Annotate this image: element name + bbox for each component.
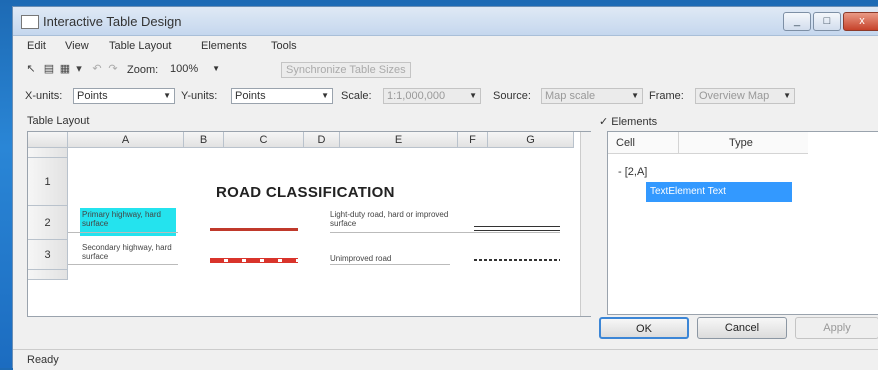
source-value: Map scale — [545, 90, 596, 102]
table-layout-grid[interactable]: A B C D E F G 1 2 3 ROAD CLASSIFICATION … — [27, 131, 591, 317]
primary-highway-symbol[interactable] — [210, 228, 298, 231]
column-header-a[interactable]: A — [68, 132, 184, 148]
frame-select[interactable]: Overview Map ▼ — [695, 88, 795, 104]
guide-line — [330, 264, 450, 265]
chevron-down-icon: ▼ — [783, 91, 791, 100]
frame-value: Overview Map — [699, 90, 770, 102]
column-header-g[interactable]: G — [488, 132, 574, 148]
elements-label-text: Elements — [611, 116, 658, 128]
minimize-button[interactable]: _ — [783, 12, 811, 31]
cell-primary-highway[interactable]: Primary highway, hard surface — [82, 210, 174, 228]
close-button[interactable]: x — [843, 12, 878, 31]
grid-corner — [28, 132, 68, 148]
row-header-3[interactable]: 3 — [28, 240, 68, 270]
dropdown-arrow-icon[interactable]: ▾ — [73, 63, 85, 75]
source-label: Source: — [493, 90, 531, 102]
units-toolbar: X-units: Points ▼ Y-units: Points ▼ Scal… — [13, 85, 878, 107]
chevron-down-icon: ▼ — [469, 91, 477, 100]
copy-icon[interactable]: ▤ — [43, 63, 55, 75]
scale-value: 1:1,000,000 — [387, 90, 446, 102]
row-header-blank-top — [28, 148, 68, 158]
menu-table-layout[interactable]: Table Layout — [109, 40, 171, 52]
column-header-b[interactable]: B — [184, 132, 224, 148]
menu-bar: Edit View Table Layout Elements Tools — [13, 37, 878, 57]
paste-icon[interactable]: ▦ — [59, 63, 71, 75]
maximize-button[interactable]: □ — [813, 12, 841, 31]
apply-button[interactable]: Apply — [795, 317, 878, 339]
frame-label: Frame: — [649, 90, 684, 102]
app-icon — [21, 15, 39, 29]
synchronize-table-sizes-button[interactable]: Synchronize Table Sizes — [281, 62, 411, 78]
row-header-2[interactable]: 2 — [28, 206, 68, 240]
guide-line — [68, 232, 178, 233]
secondary-highway-symbol[interactable] — [210, 258, 298, 263]
window-title: Interactive Table Design — [43, 14, 182, 29]
light-duty-road-symbol[interactable] — [474, 226, 560, 231]
ok-button[interactable]: OK — [599, 317, 689, 339]
yunits-value: Points — [235, 90, 266, 102]
status-bar: Ready — [13, 349, 878, 370]
elements-column-type[interactable]: Type — [678, 132, 808, 154]
chevron-down-icon: ▼ — [321, 91, 329, 100]
main-toolbar: ↖ ▤ ▦ ▾ ↶ ↷ Zoom: 100% ▼ Synchronize Tab… — [13, 59, 878, 81]
xunits-select[interactable]: Points ▼ — [73, 88, 175, 104]
tree-node-2a[interactable]: - [2,A] — [618, 166, 647, 178]
status-text: Ready — [27, 354, 59, 366]
source-select[interactable]: Map scale ▼ — [541, 88, 643, 104]
yunits-select[interactable]: Points ▼ — [231, 88, 333, 104]
road-classification-heading[interactable]: ROAD CLASSIFICATION — [216, 184, 395, 201]
redo-icon[interactable]: ↷ — [107, 63, 119, 75]
elements-label: ✓ Elements — [599, 116, 658, 128]
cell-secondary-highway[interactable]: Secondary highway, hard surface — [82, 243, 182, 261]
undo-icon[interactable]: ↶ — [91, 63, 103, 75]
guide-line — [68, 264, 178, 265]
pointer-icon[interactable]: ↖ — [25, 63, 37, 75]
column-header-d[interactable]: D — [304, 132, 340, 148]
elements-column-cell[interactable]: Cell — [608, 132, 678, 154]
scale-input[interactable]: 1:1,000,000 ▼ — [383, 88, 481, 104]
yunits-label: Y-units: — [181, 90, 218, 102]
zoom-select[interactable]: 100% ▼ — [167, 62, 223, 78]
zoom-value: 100% — [170, 63, 199, 75]
column-header-f[interactable]: F — [458, 132, 488, 148]
scale-label: Scale: — [341, 90, 372, 102]
column-header-e[interactable]: E — [340, 132, 458, 148]
interactive-table-design-window: Interactive Table Design _ □ x Edit View… — [12, 6, 878, 370]
xunits-value: Points — [77, 90, 108, 102]
cell-unimproved-road[interactable]: Unimproved road — [330, 254, 450, 263]
tree-item-text-element[interactable]: TextElement Text — [646, 182, 792, 202]
menu-edit[interactable]: Edit — [27, 40, 46, 52]
cell-light-duty-road[interactable]: Light-duty road, hard or improved surfac… — [330, 210, 450, 228]
column-header-c[interactable]: C — [224, 132, 304, 148]
menu-view[interactable]: View — [65, 40, 89, 52]
title-bar: Interactive Table Design _ □ x — [13, 7, 878, 36]
zoom-label: Zoom: — [127, 64, 159, 76]
row-header-blank-bottom — [28, 270, 68, 280]
chevron-down-icon: ▼ — [631, 91, 639, 100]
menu-elements[interactable]: Elements — [201, 40, 247, 52]
xunits-label: X-units: — [25, 90, 63, 102]
chevron-down-icon: ▼ — [163, 91, 171, 100]
guide-line — [330, 232, 560, 233]
elements-tree[interactable]: Cell Type - [2,A] TextElement Text — [607, 131, 878, 315]
menu-tools[interactable]: Tools — [271, 40, 297, 52]
cancel-button[interactable]: Cancel — [697, 317, 787, 339]
vertical-scrollbar[interactable] — [580, 132, 591, 316]
chevron-down-icon: ▼ — [212, 64, 220, 73]
unimproved-road-symbol[interactable] — [474, 259, 560, 261]
table-layout-label: Table Layout — [27, 115, 90, 127]
row-header-1[interactable]: 1 — [28, 158, 68, 206]
